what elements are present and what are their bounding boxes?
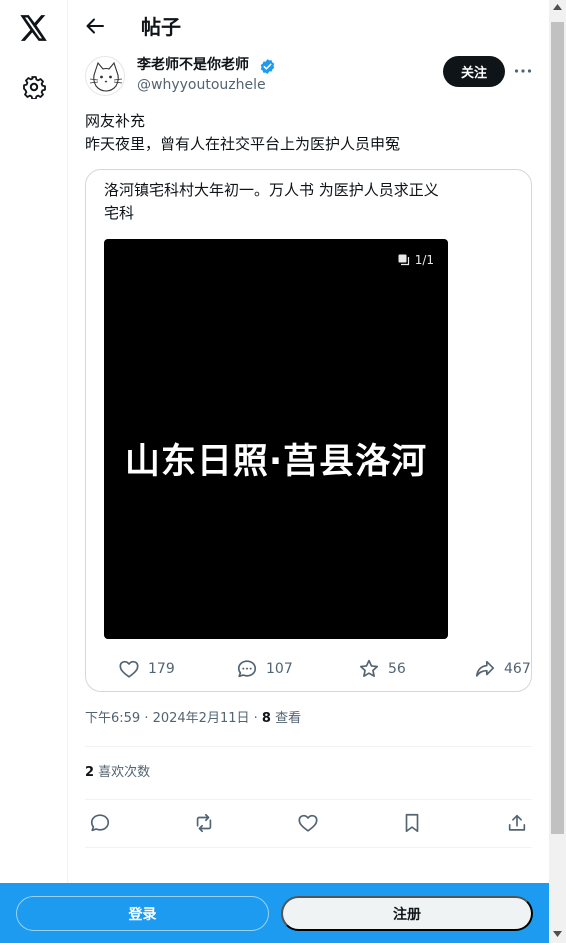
x-logo-icon[interactable] bbox=[20, 15, 48, 41]
post-text-line: 昨天夜里，曾有人在社交平台上为医护人员申冤 bbox=[85, 135, 401, 153]
video-caption: 山东日照·莒县洛河 bbox=[124, 442, 428, 482]
views-label: 查看 bbox=[270, 711, 302, 726]
post-time-date: 下午6:59 · 2024年2月11日 · bbox=[85, 711, 262, 726]
likes-label: 喜欢次数 bbox=[94, 765, 151, 780]
verified-badge-icon bbox=[260, 59, 275, 74]
views-count: 8 bbox=[261, 711, 271, 726]
quoted-text-line: 宅科 bbox=[104, 204, 135, 222]
signup-banner: 登录 注册 bbox=[0, 883, 549, 943]
quoted-like-button[interactable]: 179 bbox=[118, 657, 175, 681]
comment-icon bbox=[237, 660, 257, 678]
header: 帖子 bbox=[69, 0, 549, 53]
gallery-icon bbox=[398, 254, 409, 266]
share-icon[interactable] bbox=[506, 812, 528, 834]
media-counter-badge: 1/1 bbox=[391, 249, 440, 271]
author-name[interactable]: 李老师不是你老师 bbox=[137, 56, 249, 74]
more-options-icon[interactable] bbox=[512, 60, 534, 82]
reply-icon[interactable] bbox=[89, 812, 111, 834]
video-media[interactable]: 1/1 山东日照·莒县洛河 bbox=[104, 239, 448, 639]
share-arrow-icon bbox=[475, 660, 495, 677]
repost-icon[interactable] bbox=[193, 812, 215, 834]
gear-icon[interactable] bbox=[22, 75, 46, 99]
quoted-share-count: 467 bbox=[504, 661, 531, 677]
likes-summary[interactable]: 2 喜欢次数 bbox=[85, 764, 150, 782]
quoted-reply-button[interactable]: 107 bbox=[236, 657, 293, 681]
avatar[interactable] bbox=[85, 56, 125, 96]
star-icon bbox=[359, 659, 379, 677]
login-button[interactable]: 登录 bbox=[16, 896, 269, 931]
scrollbar[interactable] bbox=[549, 0, 566, 943]
post-text: 网友补充 昨天夜里，曾有人在社交平台上为医护人员申冤 bbox=[85, 110, 400, 156]
quoted-bookmark-count: 56 bbox=[388, 661, 406, 677]
like-icon[interactable] bbox=[297, 812, 319, 834]
post-timestamp[interactable]: 下午6:59 · 2024年2月11日 · 8 查看 bbox=[85, 710, 301, 728]
left-nav-rail bbox=[0, 0, 68, 943]
quoted-like-count: 179 bbox=[148, 661, 175, 677]
back-arrow-icon[interactable] bbox=[85, 16, 105, 36]
heart-icon bbox=[119, 660, 139, 678]
post-text-line: 网友补充 bbox=[85, 112, 146, 130]
divider bbox=[85, 746, 532, 747]
scroll-down-arrow-icon[interactable] bbox=[553, 931, 562, 937]
quoted-post-card[interactable]: 洛河镇宅科村大年初一。万人书 为医护人员求正义 宅科 1/1 山东日照·莒县洛河… bbox=[85, 169, 532, 692]
scroll-up-arrow-icon[interactable] bbox=[553, 4, 562, 10]
bookmark-icon[interactable] bbox=[401, 812, 423, 834]
author-handle[interactable]: @whyyoutouzhele bbox=[137, 76, 266, 94]
quoted-text-line: 洛河镇宅科村大年初一。万人书 为医护人员求正义 bbox=[104, 181, 439, 199]
divider bbox=[85, 847, 532, 848]
main-column: 帖子 李老师不是你老师 @whyyoutouzhele 关注 网友补充 昨天夜里… bbox=[69, 0, 549, 943]
likes-count: 2 bbox=[85, 765, 95, 780]
cat-doodle-icon bbox=[89, 61, 123, 92]
divider bbox=[85, 799, 532, 800]
quoted-bookmark-button[interactable]: 56 bbox=[358, 657, 406, 681]
quoted-share-button[interactable]: 467 bbox=[474, 657, 531, 681]
follow-button[interactable]: 关注 bbox=[443, 56, 505, 87]
quoted-reply-count: 107 bbox=[266, 661, 293, 677]
quoted-post-text: 洛河镇宅科村大年初一。万人书 为医护人员求正义 宅科 bbox=[104, 179, 504, 225]
signup-button[interactable]: 注册 bbox=[281, 896, 533, 931]
scrollbar-thumb[interactable] bbox=[551, 22, 564, 834]
media-counter-text: 1/1 bbox=[414, 253, 434, 267]
page-title: 帖子 bbox=[141, 15, 181, 39]
